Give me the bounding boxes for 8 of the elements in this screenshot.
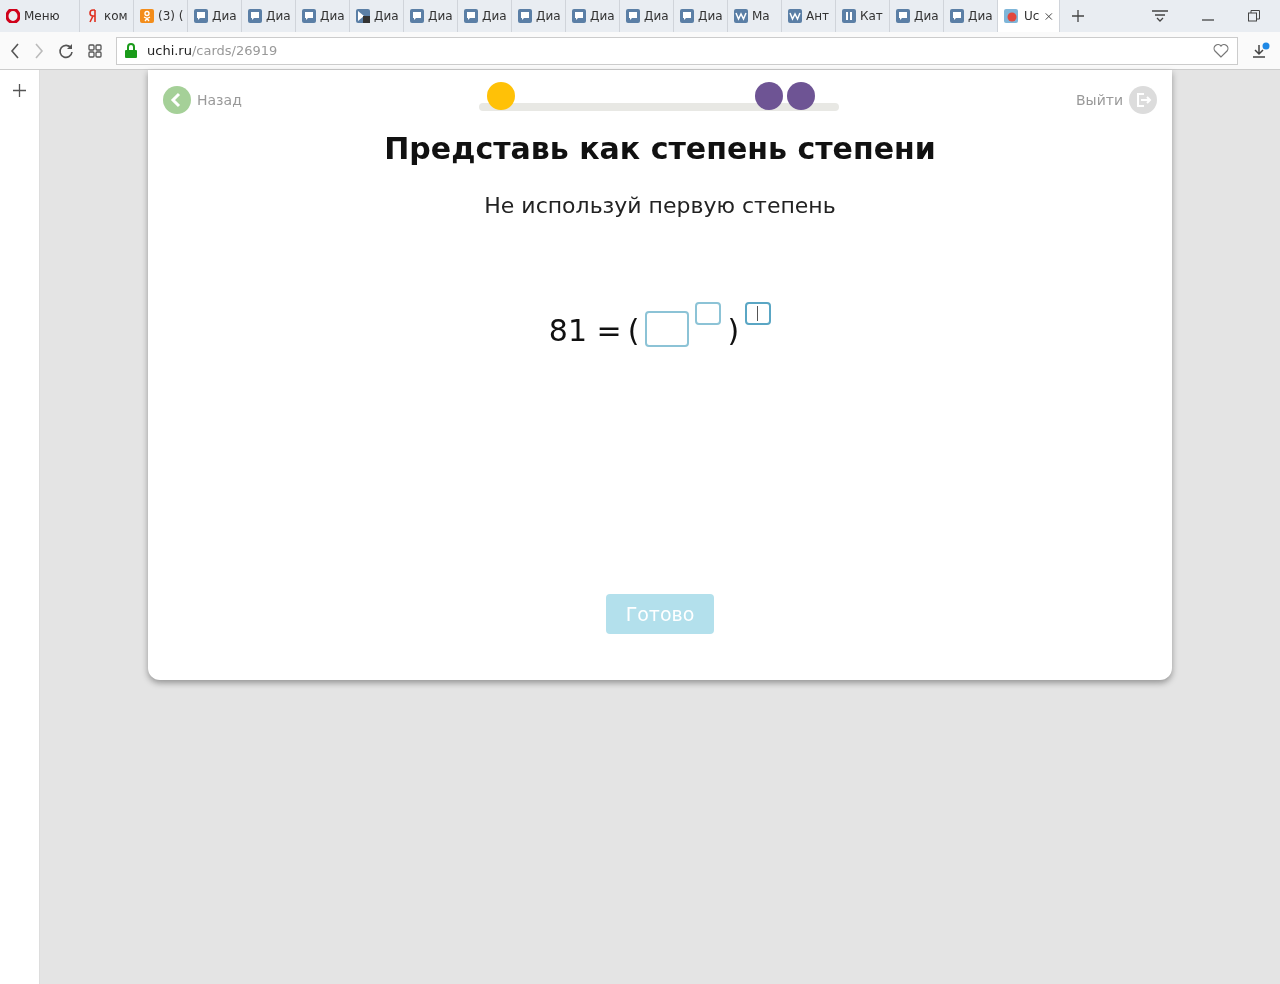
browser-tab[interactable]: Uc: [998, 0, 1060, 32]
equation-text: 81 =: [548, 312, 622, 350]
task-instruction: Не используй первую степень: [484, 192, 836, 220]
close-paren: ): [727, 312, 740, 350]
task-title: Представь как степень степени: [384, 130, 936, 168]
url-text: uchi.ru/cards/26919: [147, 41, 279, 60]
open-paren: (: [627, 312, 640, 350]
address-field[interactable]: uchi.ru/cards/26919: [116, 36, 1238, 65]
